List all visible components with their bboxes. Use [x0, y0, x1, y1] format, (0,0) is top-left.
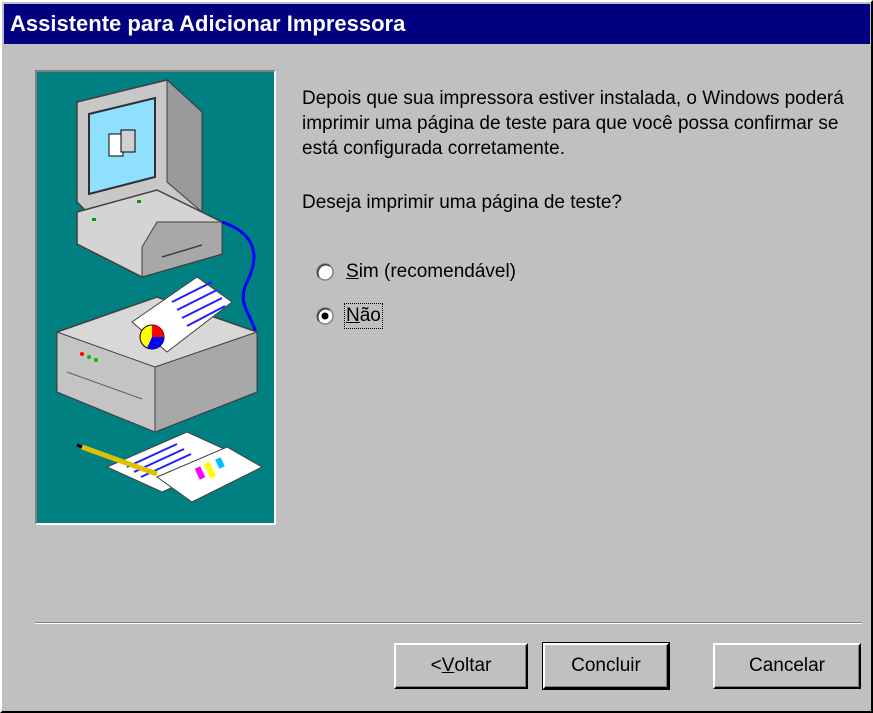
radio-button-no[interactable]: [316, 307, 334, 325]
accelerator-key: V: [441, 655, 455, 676]
separator-line: [35, 622, 862, 624]
accelerator-key: S: [346, 261, 359, 282]
question-text: Deseja imprimir uma página de teste?: [302, 192, 622, 213]
accelerator-key: N: [346, 305, 360, 326]
title-bar[interactable]: Assistente para Adicionar Impressora: [4, 4, 870, 44]
printer-icon: [56, 276, 258, 433]
description-text: Depois que sua impressora estiver instal…: [302, 88, 844, 159]
computer-icon: [76, 78, 223, 278]
radio-label-no[interactable]: Não: [344, 303, 383, 329]
documents-icon: [76, 431, 264, 503]
radio-label-yes[interactable]: Sim (recomendável): [346, 261, 516, 283]
radio-option-no[interactable]: Não: [316, 303, 383, 329]
label-text: im (recomendável): [358, 261, 517, 282]
radio-button-yes[interactable]: [316, 263, 334, 281]
back-prefix: <: [430, 655, 442, 676]
wizard-illustration: [35, 70, 276, 525]
back-label-text: oltar: [454, 655, 492, 676]
wizard-window: Assistente para Adicionar Impressora Dep…: [0, 0, 873, 713]
radio-selected-dot: [321, 312, 329, 320]
cancel-button[interactable]: Cancelar: [713, 643, 861, 689]
finish-button[interactable]: Concluir: [542, 642, 670, 690]
back-button[interactable]: < Voltar: [394, 643, 528, 689]
label-text: ão: [359, 305, 381, 326]
radio-option-yes[interactable]: Sim (recomendável): [316, 259, 516, 285]
window-title: Assistente para Adicionar Impressora: [10, 11, 406, 36]
